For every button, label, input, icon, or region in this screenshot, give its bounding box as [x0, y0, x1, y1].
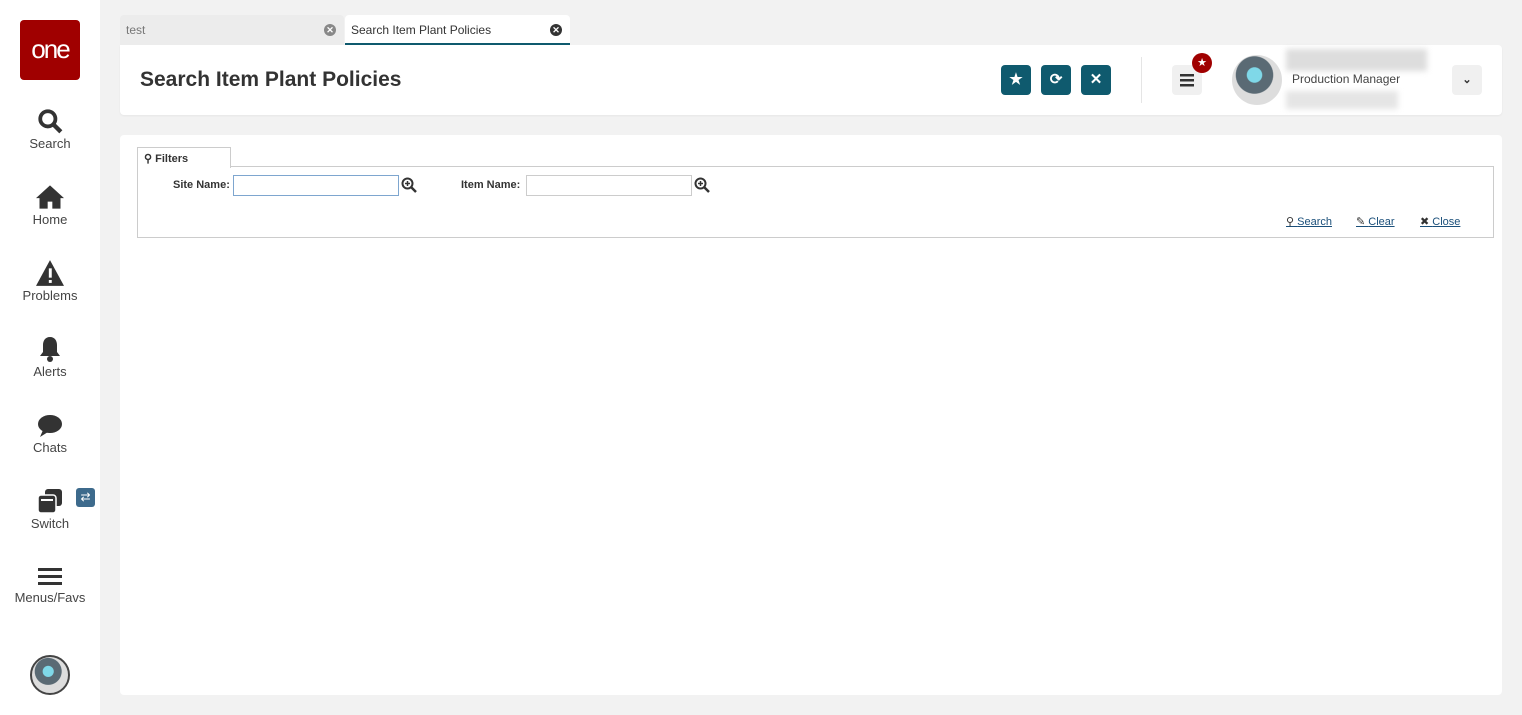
- search-link[interactable]: ⚲ Search: [1286, 215, 1332, 228]
- site-name-lookup-icon[interactable]: [401, 177, 417, 193]
- tab-test[interactable]: test ✕: [120, 15, 344, 45]
- search-link-label: Search: [1297, 216, 1332, 228]
- sidebar-item-alerts[interactable]: Alerts: [0, 336, 100, 379]
- home-icon: [36, 185, 64, 209]
- sidebar-item-label: Alerts: [33, 364, 67, 379]
- filters-tab-label: Filters: [155, 153, 189, 165]
- user-avatar[interactable]: [30, 655, 70, 695]
- item-name-label: Item Name:: [461, 179, 521, 191]
- refresh-button[interactable]: ⟳: [1041, 65, 1071, 95]
- switch-icon: [37, 489, 62, 514]
- close-icon: ✕: [1089, 71, 1103, 88]
- refresh-icon: ⟳: [1049, 71, 1063, 88]
- star-icon: ★: [1009, 71, 1023, 88]
- clear-link-label: Clear: [1368, 216, 1395, 228]
- chat-icon: [38, 415, 62, 437]
- sidebar-item-menus[interactable]: Menus/Favs: [0, 566, 100, 605]
- user-avatar[interactable]: [1232, 55, 1282, 105]
- search-icon: ⚲: [1286, 216, 1298, 228]
- page-header: Search Item Plant Policies ★ ⟳ ✕ ★ Produ…: [120, 45, 1502, 115]
- user-role: Production Manager: [1292, 72, 1401, 86]
- divider: [1141, 57, 1142, 103]
- sidebar-item-label: Search: [29, 136, 71, 151]
- close-button[interactable]: ✕: [1081, 65, 1111, 95]
- page-title: Search Item Plant Policies: [140, 68, 402, 91]
- sidebar-item-label: Home: [32, 212, 68, 227]
- tab-close-icon[interactable]: ✕: [324, 24, 336, 36]
- bell-icon: [40, 337, 60, 362]
- menu-icon: [38, 568, 62, 585]
- sidebar: one Search Home Problems Alerts Chats Sw…: [0, 0, 100, 715]
- user-dropdown-chevron-down-icon[interactable]: ⌄: [1452, 65, 1482, 95]
- sidebar-item-label: Problems: [22, 288, 78, 303]
- main-panel: ⚲ Filters Site Name: Item Name: ⚲ Search…: [120, 135, 1502, 695]
- sidebar-item-problems[interactable]: Problems: [0, 260, 100, 303]
- item-name-input[interactable]: [526, 175, 692, 196]
- close-link[interactable]: ✖ Close: [1420, 215, 1460, 228]
- filters-tab[interactable]: ⚲ Filters: [137, 147, 231, 168]
- tab-search-item-plant-policies[interactable]: Search Item Plant Policies ✕: [345, 15, 570, 45]
- sidebar-item-search[interactable]: Search: [0, 108, 100, 151]
- search-icon: [38, 109, 63, 134]
- warning-icon: [36, 260, 64, 286]
- search-icon: ⚲: [144, 153, 153, 165]
- sidebar-item-switch[interactable]: Switch ⇄: [0, 488, 100, 531]
- site-name-input[interactable]: [233, 175, 399, 196]
- sidebar-item-chats[interactable]: Chats: [0, 414, 100, 455]
- sidebar-item-label: Chats: [33, 440, 67, 455]
- filters-panel: Site Name: Item Name: ⚲ Search ✎ Clear ✖…: [137, 166, 1494, 238]
- switch-badge[interactable]: ⇄: [76, 488, 95, 507]
- close-link-label: Close: [1432, 216, 1461, 228]
- item-name-lookup-icon[interactable]: [694, 177, 710, 193]
- site-name-label: Site Name:: [173, 179, 230, 191]
- sidebar-item-label: Switch: [30, 516, 70, 531]
- sidebar-item-home[interactable]: Home: [0, 184, 100, 227]
- close-icon: ✖: [1420, 216, 1433, 228]
- tab-label: Search Item Plant Policies: [351, 23, 492, 37]
- sidebar-item-label: Menus/Favs: [14, 590, 86, 605]
- user-org-blurred: [1286, 91, 1398, 109]
- favorite-button[interactable]: ★: [1001, 65, 1031, 95]
- user-name-blurred: [1286, 49, 1427, 71]
- broom-icon: ✎: [1356, 216, 1369, 228]
- clear-link[interactable]: ✎ Clear: [1356, 215, 1395, 228]
- favorites-badge-star-icon[interactable]: ★: [1192, 53, 1212, 73]
- app-logo[interactable]: one: [20, 20, 80, 80]
- tab-label: test: [126, 23, 146, 37]
- tab-close-icon[interactable]: ✕: [550, 24, 562, 36]
